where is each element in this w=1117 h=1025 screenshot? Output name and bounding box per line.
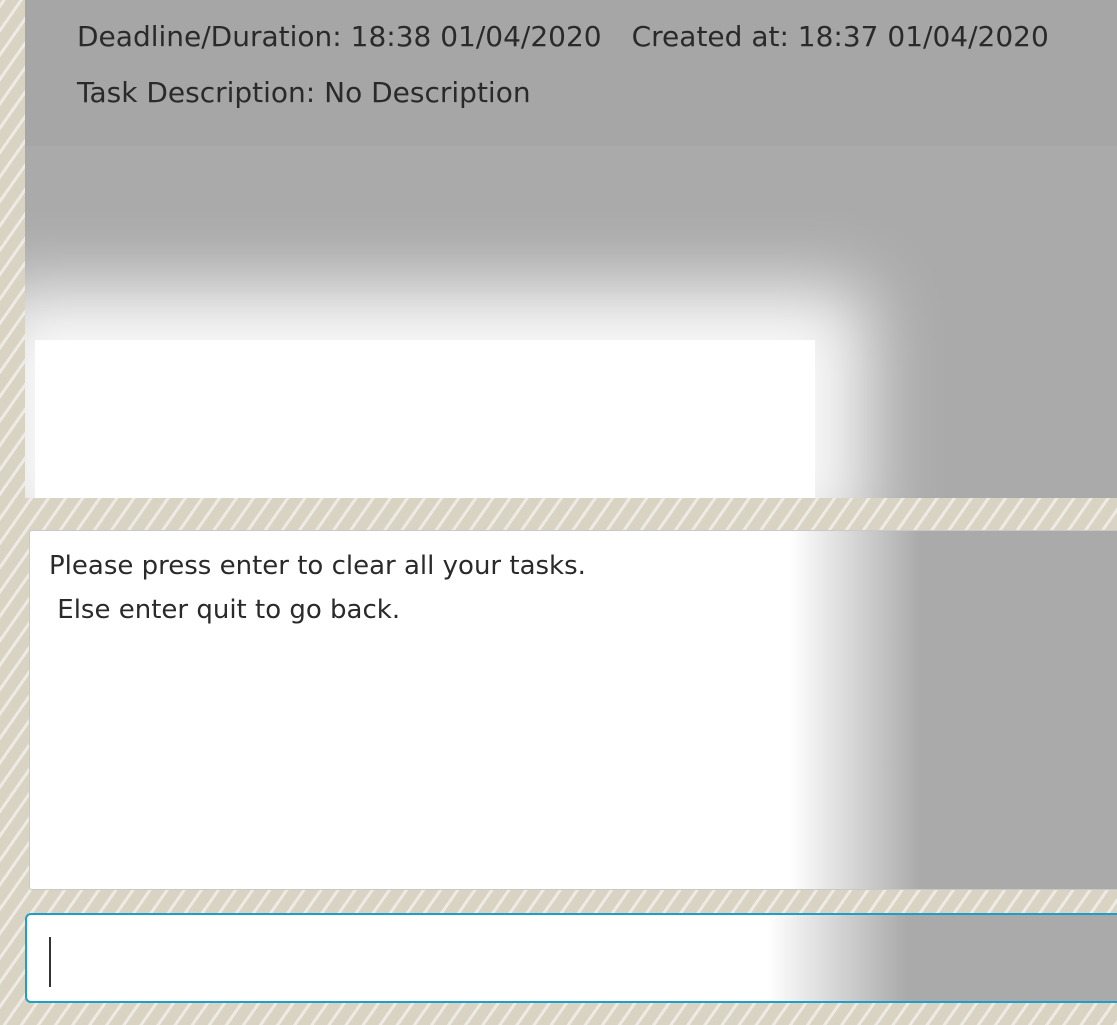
task-time-line: Deadline/Duration: 18:38 01/04/2020 Creat… <box>77 20 1049 53</box>
command-box[interactable] <box>25 913 1117 1003</box>
task-description: Task Description: No Description <box>77 76 531 109</box>
result-line-1: Please press enter to clear all your tas… <box>49 551 586 581</box>
result-display: Please press enter to clear all your tas… <box>29 530 1117 890</box>
task-created: Created at: 18:37 01/04/2020 <box>631 20 1049 53</box>
result-line-2: Else enter quit to go back. <box>49 595 401 625</box>
task-card[interactable]: Deadline/Duration: 18:38 01/04/2020 Creat… <box>25 0 1117 146</box>
result-shade <box>790 531 1117 889</box>
text-caret <box>49 937 51 987</box>
task-list-panel: Deadline/Duration: 18:38 01/04/2020 Creat… <box>25 0 1117 498</box>
command-shade <box>767 915 1117 1001</box>
task-deadline: Deadline/Duration: 18:38 01/04/2020 <box>77 20 602 53</box>
result-text: Please press enter to clear all your tas… <box>49 544 586 632</box>
panel-highlight <box>35 340 815 498</box>
